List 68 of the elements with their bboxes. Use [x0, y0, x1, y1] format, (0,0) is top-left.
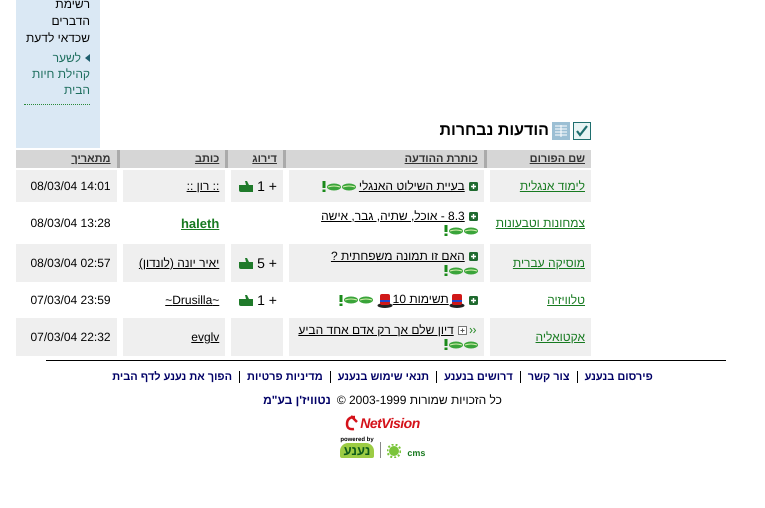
thumbs-up-icon: [238, 180, 254, 192]
leaf-icon: [448, 266, 463, 275]
author-link[interactable]: יאיר יונה (לונדון): [138, 256, 220, 270]
plus-icon[interactable]: [468, 296, 478, 305]
exclamation-icon: [322, 181, 326, 192]
date-text: 07/03/04 22:32: [30, 330, 111, 344]
message-link[interactable]: דיון שלם אך רק אדם אחד הביע: [298, 323, 454, 337]
leaf-icon: [448, 226, 463, 235]
author-link[interactable]: ~Drusilla~: [165, 293, 220, 307]
leaf-icon: [464, 266, 478, 275]
date-text: 07/03/04 23:59: [30, 293, 111, 307]
author-link[interactable]: haleth: [180, 216, 220, 230]
rating-value: + 1: [257, 178, 277, 194]
leaf-icon: [464, 226, 478, 235]
leaf-icon: [448, 340, 463, 349]
thumbs-up-icon: [238, 256, 254, 270]
expand-icon[interactable]: [458, 326, 478, 336]
sidebar-text: רשימת הדברים שכדאי לדעת: [25, 0, 90, 47]
footer-link[interactable]: מדיניות פרטיות: [239, 371, 330, 383]
exclamation-icon: [444, 265, 448, 276]
leaf-icon: [342, 182, 356, 191]
cms-logo: cms: [407, 448, 426, 458]
column-header[interactable]: כותב: [194, 153, 220, 165]
date-text: 08/03/04 14:01: [30, 179, 111, 193]
footer-link[interactable]: הפוך את נענע לדף הבית: [105, 371, 240, 383]
footer-link[interactable]: דרושים בנענע: [436, 371, 520, 383]
rating-value: + 5: [257, 255, 277, 271]
brand-logo: נענע: [340, 443, 374, 458]
netvision-logo: NetVision: [360, 415, 420, 431]
company-name: נטוויז'ן בע"מ: [263, 393, 331, 407]
leaf-icon: [359, 296, 374, 304]
gear-icon: [387, 444, 402, 458]
author-link[interactable]: :: רון ::: [186, 179, 220, 193]
sidebar-link[interactable]: לשער קהילת חיות הבית: [28, 50, 90, 98]
date-text: 08/03/04 13:28: [30, 216, 111, 230]
list-icon: [552, 122, 570, 140]
forum-link[interactable]: צמחונות וטבעונות: [496, 216, 585, 230]
rating-value: + 1: [257, 292, 277, 308]
hat-icon: [448, 292, 465, 308]
leaf-icon: [326, 182, 341, 191]
forum-link[interactable]: לימוד אנגלית: [520, 179, 585, 193]
footer-link[interactable]: תנאי שימוש בנענע: [330, 371, 436, 383]
leaf-icon: [464, 340, 478, 349]
plus-icon[interactable]: [468, 252, 478, 262]
exclamation-icon: [444, 225, 448, 236]
leaf-icon: [344, 296, 358, 304]
arrow-icon: [85, 54, 90, 62]
message-link[interactable]: 8.3 - אוכל, שתיה, גבר, אישה: [321, 209, 465, 223]
message-link[interactable]: האם זו תמונה משפחתית ?: [330, 249, 465, 263]
author-link[interactable]: evglv: [191, 330, 220, 344]
forum-link[interactable]: מוסיקה עברית: [512, 256, 585, 270]
copyright-text: כל הזכויות שמורות 2003-1999 ©: [336, 393, 502, 407]
footer-link[interactable]: פירסום בנענע: [576, 371, 660, 383]
forum-link[interactable]: טלוויזיה: [547, 293, 585, 307]
hat-icon: [376, 292, 393, 308]
message-link[interactable]: בעיית השילוט האנגלי: [358, 179, 465, 193]
footer-link[interactable]: צור קשר: [520, 371, 577, 383]
plus-icon[interactable]: [468, 212, 478, 222]
exclamation-icon: [339, 294, 344, 306]
forum-link[interactable]: אקטואליה: [536, 330, 585, 344]
plus-icon[interactable]: [468, 182, 478, 192]
thumbs-up-icon: [238, 294, 254, 306]
date-text: 08/03/04 02:57: [30, 256, 111, 270]
exclamation-icon: [444, 339, 448, 350]
message-link[interactable]: תשימות 10: [392, 292, 449, 306]
checkbox-icon: [573, 122, 591, 140]
section-title: הודעות נבחרות: [440, 122, 549, 140]
swirl-icon: [345, 415, 360, 431]
